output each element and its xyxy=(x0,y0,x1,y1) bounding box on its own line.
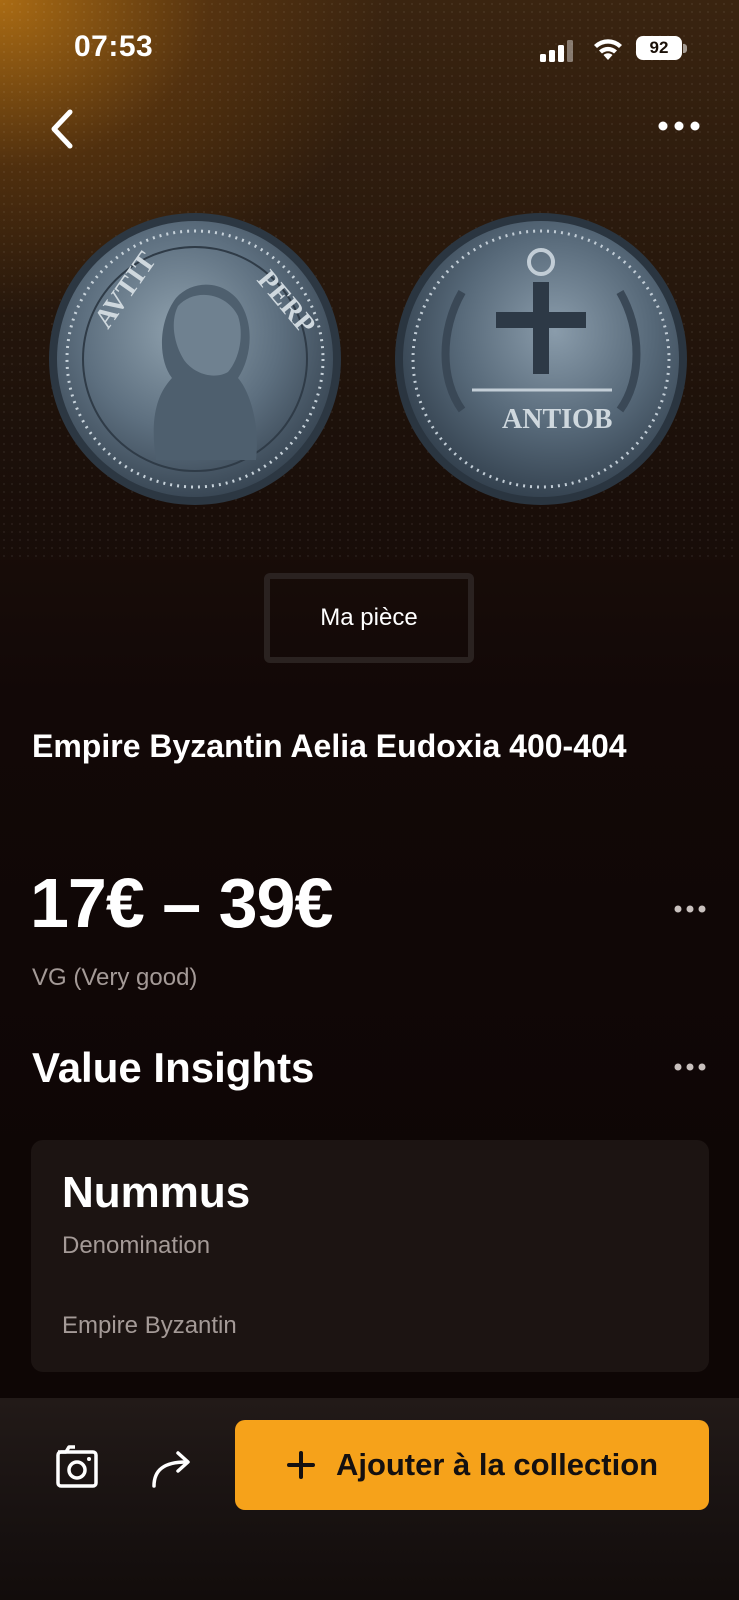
my-coin-button[interactable]: Ma pièce xyxy=(264,573,474,663)
battery-level: 92 xyxy=(649,38,669,57)
chevron-left-icon[interactable] xyxy=(44,106,80,152)
price-more-icon[interactable] xyxy=(673,900,707,918)
issuer-label: Empire Byzantin xyxy=(62,1312,237,1339)
coin-title: Empire Byzantin Aelia Eudoxia 400-404 xyxy=(32,728,627,764)
wifi-icon xyxy=(594,39,622,60)
more-horizontal-icon[interactable] xyxy=(656,114,702,138)
svg-text:ANTIOB: ANTIOB xyxy=(502,404,612,435)
value-insights-heading: Value Insights xyxy=(32,1044,315,1091)
share-icon[interactable] xyxy=(148,1446,198,1490)
battery-icon: 92 xyxy=(636,36,688,62)
coin-grade: VG (Very good) xyxy=(32,964,198,991)
price-range: 17€ – 39€ xyxy=(30,864,333,942)
plus-icon xyxy=(286,1451,315,1479)
coin-reverse-image[interactable]: ANTIOB xyxy=(392,210,690,508)
my-coin-label: Ma pièce xyxy=(320,604,418,631)
camera-icon[interactable] xyxy=(52,1442,102,1492)
denomination-value: Nummus xyxy=(62,1168,251,1217)
denomination-label: Denomination xyxy=(62,1232,211,1259)
status-time: 07:53 xyxy=(74,30,154,63)
value-insights-card: Nummus Denomination Empire Byzantin xyxy=(31,1140,709,1372)
value-insights-more-icon[interactable] xyxy=(673,1058,707,1076)
coin-obverse-image[interactable]: AVTIT PERP xyxy=(46,210,344,508)
cellular-signal-icon xyxy=(540,40,573,62)
add-to-collection-label: Ajouter à la collection xyxy=(335,1447,659,1482)
add-to-collection-button[interactable]: Ajouter à la collection xyxy=(235,1420,709,1510)
